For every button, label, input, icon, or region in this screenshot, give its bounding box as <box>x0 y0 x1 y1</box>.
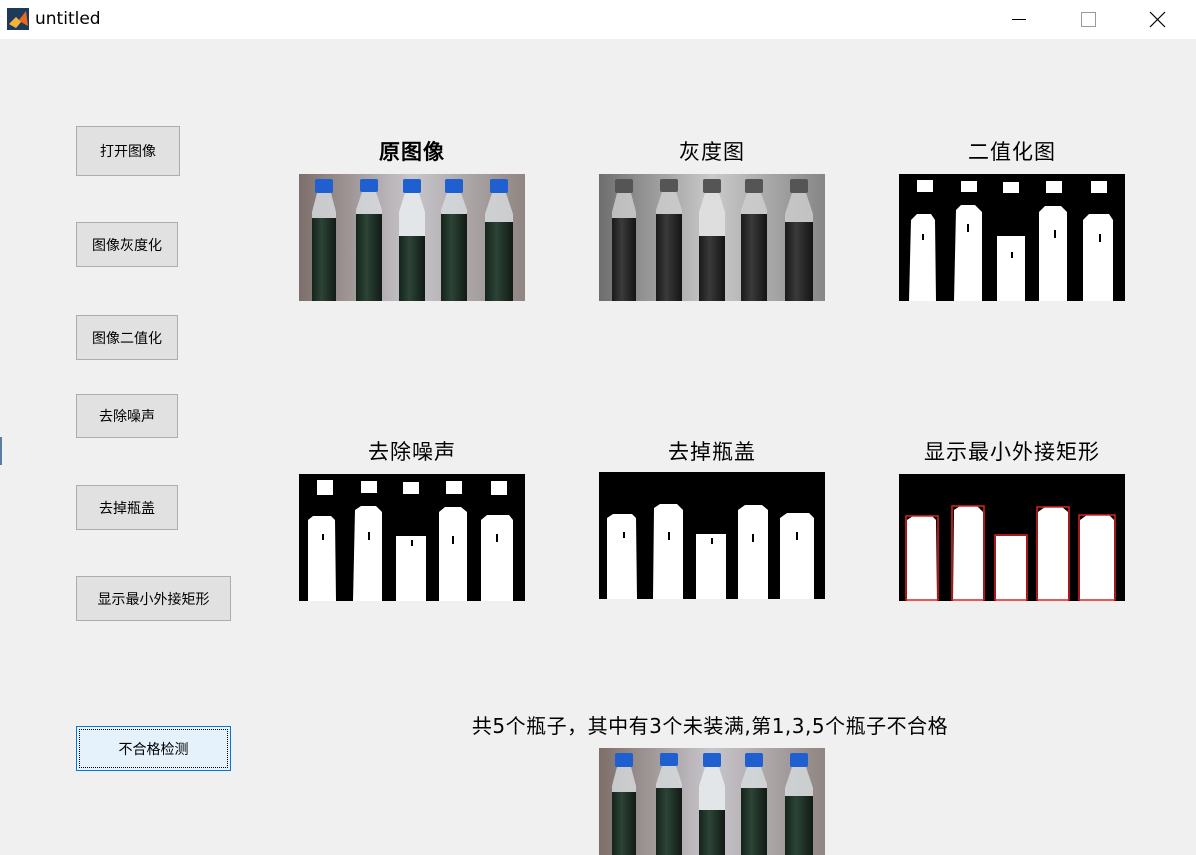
close-icon[interactable] <box>1134 0 1180 39</box>
denoised-image <box>299 474 525 601</box>
window-title: untitled <box>35 9 101 29</box>
binary-image-title: 二值化图 <box>968 140 1056 164</box>
window-titlebar: untitled <box>0 0 1196 39</box>
original-image-title: 原图像 <box>379 140 445 164</box>
capless-image <box>599 472 825 599</box>
denoised-image-title: 去除噪声 <box>368 440 456 464</box>
binary-image <box>899 174 1125 301</box>
bbox-image <box>899 474 1125 601</box>
original-image <box>299 174 525 301</box>
show-bbox-button[interactable]: 显示最小外接矩形 <box>76 576 231 621</box>
detection-result-text: 共5个瓶子，其中有3个未装满,第1,3,5个瓶子不合格 <box>471 714 949 738</box>
binarize-button[interactable]: 图像二值化 <box>76 315 178 360</box>
window-edge-marker <box>0 437 2 465</box>
grayscale-button[interactable]: 图像灰度化 <box>76 222 178 267</box>
minimize-icon[interactable] <box>996 0 1042 39</box>
defect-detect-button[interactable]: 不合格检测 <box>76 726 231 771</box>
bbox-image-title: 显示最小外接矩形 <box>924 440 1100 464</box>
remove-cap-button[interactable]: 去掉瓶盖 <box>76 485 178 530</box>
matlab-icon <box>7 8 29 30</box>
result-image <box>599 748 825 855</box>
gray-image <box>599 174 825 301</box>
capless-image-title: 去掉瓶盖 <box>668 440 756 464</box>
gray-image-title: 灰度图 <box>679 140 745 164</box>
open-image-button[interactable]: 打开图像 <box>76 126 180 176</box>
maximize-icon[interactable] <box>1064 0 1110 39</box>
denoise-button[interactable]: 去除噪声 <box>76 394 178 438</box>
